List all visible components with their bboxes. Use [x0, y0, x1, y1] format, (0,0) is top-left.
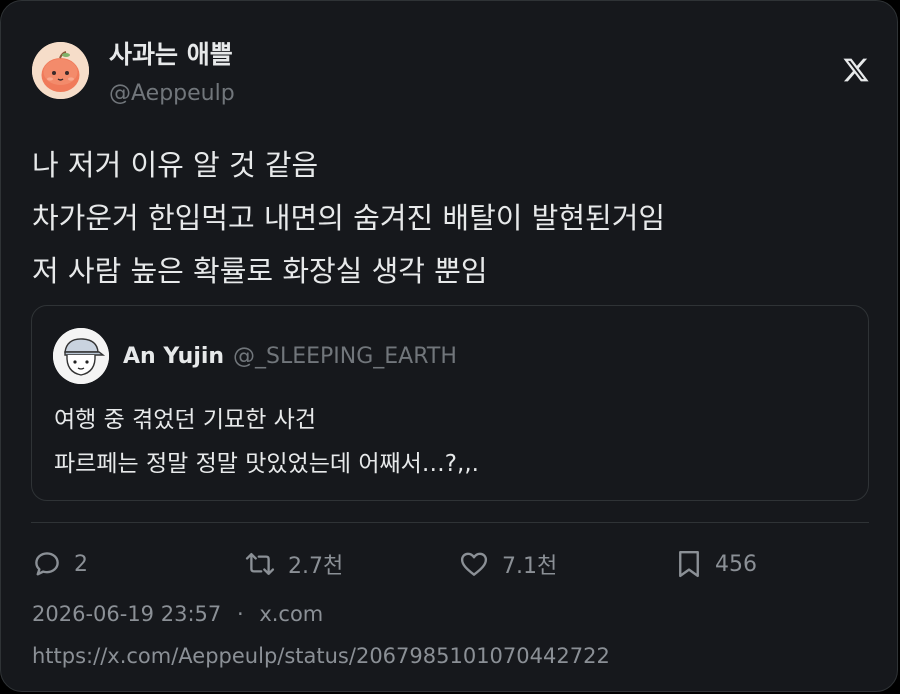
source-link[interactable]: x.com [259, 602, 323, 626]
cap-character-avatar-icon [53, 328, 109, 384]
apple-character-avatar-icon [32, 42, 89, 99]
author-display-name[interactable]: 사과는 애쁠 [109, 39, 233, 71]
tweet-card: 사과는 애쁠 @Aeppeulp 나 저거 이유 알 것 같음 차가운거 한입먹… [0, 0, 898, 692]
reply-count: 2 [74, 551, 88, 577]
reply-icon [35, 552, 59, 576]
quoted-tweet[interactable]: An Yujin @_SLEEPING_EARTH 여행 중 겪었던 기묘한 사… [31, 305, 869, 501]
meta-separator: · [236, 602, 244, 626]
quote-author-avatar[interactable] [53, 328, 109, 384]
tweet-url[interactable]: https://x.com/Aeppeulp/status/2067985101… [32, 641, 610, 671]
quote-author-handle[interactable]: @_SLEEPING_EARTH [233, 343, 457, 371]
tweet-text: 나 저거 이유 알 것 같음 차가운거 한입먹고 내면의 숨겨진 배탈이 발현된… [32, 139, 872, 298]
author-avatar[interactable] [32, 42, 89, 99]
bookmark-button[interactable]: 456 [675, 546, 757, 582]
quote-text: 여행 중 겪었던 기묘한 사건 파르페는 정말 정말 맛있었는데 어째서…?,,… [54, 398, 479, 486]
divider [31, 522, 869, 523]
author-handle[interactable]: @Aeppeulp [109, 79, 235, 109]
like-count: 7.1천 [502, 554, 558, 579]
tweet-line: 차가운거 한입먹고 내면의 숨겨진 배탈이 발현된거임 [32, 201, 666, 235]
x-logo-icon[interactable] [842, 56, 870, 84]
reply-button[interactable]: 2 [32, 546, 88, 582]
tweet-meta: 2026-06-19 23:57 · x.com [32, 599, 323, 629]
quote-line: 파르페는 정말 정말 맛있었는데 어째서…?,,. [54, 451, 479, 477]
heart-icon [460, 552, 488, 576]
retweet-icon [245, 552, 275, 576]
bookmark-count: 456 [715, 551, 757, 577]
like-button[interactable]: 7.1천 [458, 546, 557, 582]
retweet-count: 2.7천 [288, 554, 344, 579]
retweet-button[interactable]: 2.7천 [244, 546, 343, 582]
tweet-line: 저 사람 높은 확률로 화장실 생각 뿐임 [32, 254, 488, 288]
quote-author-name[interactable]: An Yujin [123, 343, 224, 371]
timestamp[interactable]: 2026-06-19 23:57 [32, 602, 221, 626]
tweet-line: 나 저거 이유 알 것 같음 [32, 148, 319, 182]
quote-line: 여행 중 겪었던 기묘한 사건 [54, 407, 317, 433]
bookmark-icon [679, 550, 699, 578]
